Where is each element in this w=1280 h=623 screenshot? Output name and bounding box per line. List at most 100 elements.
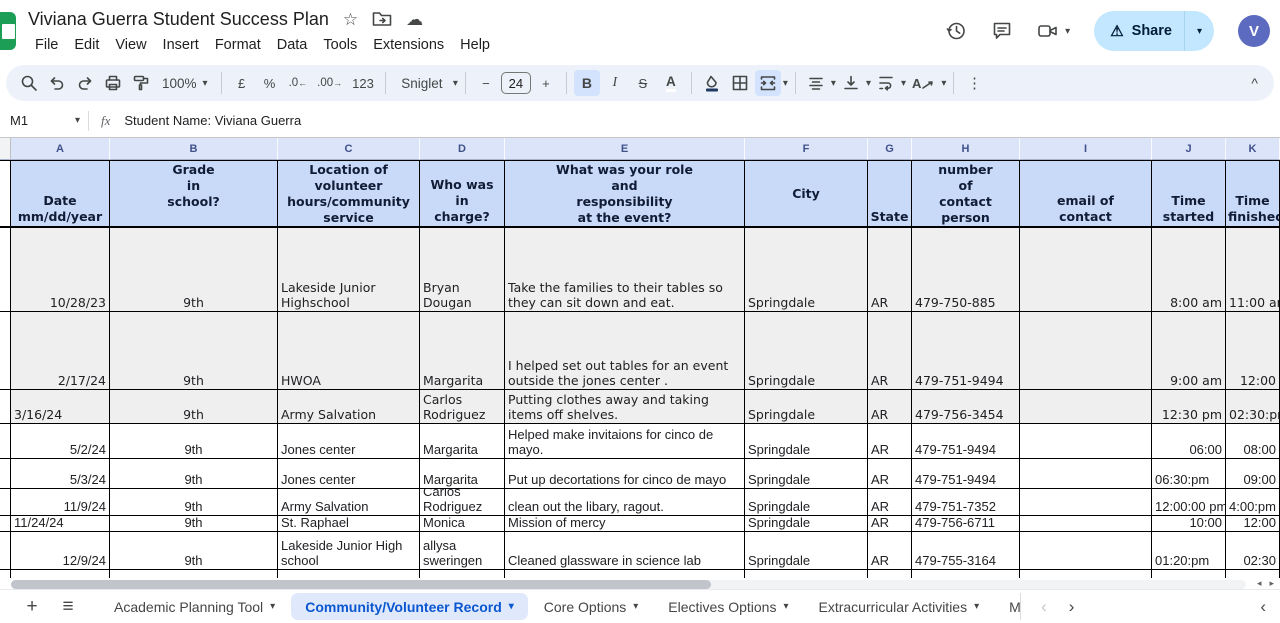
cell-H8[interactable]: 479-756-6711 [912,516,1020,531]
sheets-logo[interactable] [0,12,16,50]
cell-J8[interactable]: 10:00 [1152,516,1226,531]
cell-J2[interactable]: 8:00 am [1152,228,1226,311]
side-panel-collapse-icon[interactable]: ‹ [1260,597,1266,617]
cell-K9[interactable]: 02:30 [1226,532,1280,569]
cell-H3[interactable]: 479-751-9494 [912,312,1020,389]
column-header-E[interactable]: E [505,138,745,160]
cell-F10[interactable] [745,570,868,578]
cell-G8[interactable]: AR [868,516,912,531]
chevron-down-icon[interactable]: ▾ [901,78,906,89]
format-currency-button[interactable]: £ [229,70,255,96]
search-icon[interactable] [16,70,42,96]
column-header-A[interactable]: A [11,138,110,160]
cell-F9[interactable]: Springdale [745,532,868,569]
decrease-font-size-button[interactable]: − [473,70,499,96]
number-format-button[interactable]: 123 [348,70,378,96]
cell-I7[interactable] [1020,489,1152,515]
formula-input[interactable]: Student Name: Viviana Guerra [124,113,301,128]
cell-I3[interactable] [1020,312,1152,389]
zoom-selector[interactable]: 100% ▾ [156,70,214,96]
cell-G10[interactable] [868,570,912,578]
sheet-tab-core-options[interactable]: Core Options▾ [530,593,653,620]
cell-G6[interactable]: AR [868,459,912,488]
cell-B6[interactable]: 9th [110,459,278,488]
meet-presentation-button[interactable]: ▾ [1037,22,1070,40]
menu-file[interactable]: File [28,35,65,55]
cell-D1[interactable]: Who was in charge? [420,161,505,226]
redo-button[interactable] [72,70,98,96]
menu-format[interactable]: Format [208,35,268,55]
borders-button[interactable] [727,70,753,96]
sheet-tab-community-volunteer-record[interactable]: Community/Volunteer Record▾ [291,593,528,620]
cell-D7[interactable]: Carlos Rodriguez [420,489,505,515]
cell-E8[interactable]: Mission of mercy [505,516,745,531]
cell-I10[interactable] [1020,570,1152,578]
column-header-H[interactable]: H [912,138,1020,160]
cell-C5[interactable]: Jones center [278,424,420,458]
font-selector[interactable]: Sniglet [393,70,451,96]
name-box[interactable]: M1 ▾ [0,113,88,128]
cell-G1[interactable]: State [868,161,912,226]
hide-menus-button[interactable]: ^ [1251,75,1258,91]
cell-A4[interactable]: 3/16/24 [11,390,110,423]
cell-G4[interactable]: AR [868,390,912,423]
menu-tools[interactable]: Tools [316,35,364,55]
cell-E1[interactable]: What was your role and responsibility at… [505,161,745,226]
account-avatar[interactable]: V [1238,15,1270,47]
cell-A10[interactable] [11,570,110,578]
vertical-align-button[interactable] [838,70,864,96]
menu-extensions[interactable]: Extensions [366,35,451,55]
fill-color-button[interactable] [699,70,725,96]
more-options-icon[interactable]: ⋮ [961,70,987,96]
cell-A1[interactable]: Date mm/dd/year [11,161,110,226]
cell-J4[interactable]: 12:30 pm [1152,390,1226,423]
column-header-K[interactable]: K [1226,138,1280,160]
cell-G7[interactable]: AR [868,489,912,515]
menu-edit[interactable]: Edit [67,35,106,55]
cell-F7[interactable]: Springdale [745,489,868,515]
column-header-J[interactable]: J [1152,138,1226,160]
cell-E3[interactable]: I helped set out tables for an event out… [505,312,745,389]
cell-K1[interactable]: Time finished [1226,161,1280,226]
italic-button[interactable]: I [602,70,628,96]
column-header-I[interactable]: I [1020,138,1152,160]
cell-F8[interactable]: Springdale [745,516,868,531]
cell-B7[interactable]: 9th [110,489,278,515]
cell-K8[interactable]: 12:00 [1226,516,1280,531]
cell-C10[interactable] [278,570,420,578]
cell-C8[interactable]: St. Raphael [278,516,420,531]
cell-D5[interactable]: Margarita [420,424,505,458]
cell-E9[interactable]: Cleaned glassware in science lab [505,532,745,569]
cell-J9[interactable]: 01:20:pm [1152,532,1226,569]
text-rotation-button[interactable]: A [908,70,939,96]
column-header-G[interactable]: G [868,138,912,160]
cell-I5[interactable] [1020,424,1152,458]
scrollbar-thumb[interactable] [11,580,711,589]
cell-I2[interactable] [1020,228,1152,311]
cell-D10[interactable] [420,570,505,578]
cell-E7[interactable]: clean out the libary, ragout. [505,489,745,515]
add-sheet-button[interactable]: + [14,596,50,618]
paint-format-button[interactable] [128,70,154,96]
undo-button[interactable] [44,70,70,96]
sheet-tab-extracurricular-activities[interactable]: Extracurricular Activities▾ [805,593,994,620]
cell-E6[interactable]: Put up decortations for cinco de mayo [505,459,745,488]
cell-H10[interactable] [912,570,1020,578]
increase-font-size-button[interactable]: + [533,70,559,96]
column-header-B[interactable]: B [110,138,278,160]
cell-I9[interactable] [1020,532,1152,569]
cell-C3[interactable]: HWOA [278,312,420,389]
cell-C4[interactable]: Army Salvation [278,390,420,423]
sheet-tab-m[interactable]: M [995,593,1021,620]
cell-B9[interactable]: 9th [110,532,278,569]
increase-decimal-button[interactable]: .00→ [313,70,346,96]
cell-G9[interactable]: AR [868,532,912,569]
cell-I4[interactable] [1020,390,1152,423]
cell-C9[interactable]: Lakeside Junior High school [278,532,420,569]
cell-B8[interactable]: 9th [110,516,278,531]
cell-A9[interactable]: 12/9/24 [11,532,110,569]
cell-F5[interactable]: Springdale [745,424,868,458]
cell-B5[interactable]: 9th [110,424,278,458]
cell-H9[interactable]: 479-755-3164 [912,532,1020,569]
document-title[interactable]: Viviana Guerra Student Success Plan [28,9,329,30]
